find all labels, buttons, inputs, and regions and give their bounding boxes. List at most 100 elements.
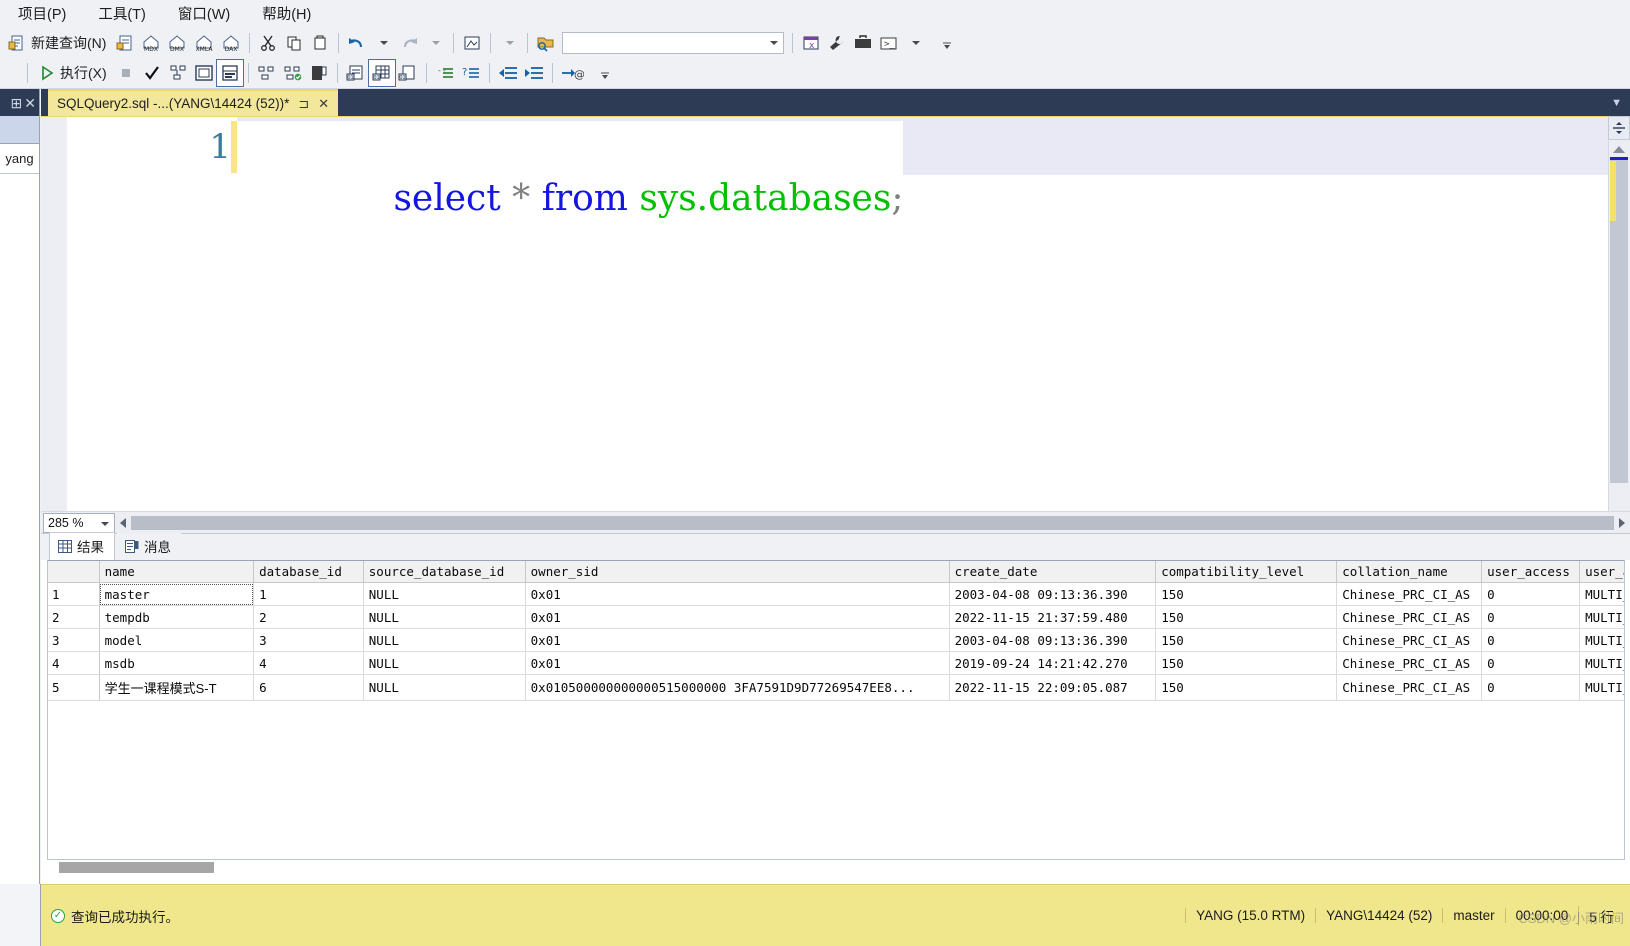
col-header-compatibility-level[interactable]: compatibility_level [1155,561,1338,583]
decrease-indent-button[interactable] [495,60,521,86]
zoom-level-combo[interactable]: 285 % [43,512,115,533]
cell-owner-sid[interactable]: 0x010500000000000515000000 3FA7591D9D772… [525,674,950,701]
include-client-statistics-button[interactable] [254,60,280,86]
cell-name[interactable]: 学生一课程模式S-T [99,674,255,701]
query-options-button[interactable] [191,60,217,86]
col-header-user-access[interactable]: user_access [1481,561,1581,583]
redo-button[interactable] [396,30,422,56]
cell-name[interactable]: master [99,582,255,606]
cell-name[interactable]: model [99,628,255,652]
menu-help[interactable]: 帮助(H) [258,1,315,26]
toolbox-button[interactable] [850,30,876,56]
tab-messages[interactable]: 消息 [117,533,181,560]
cell-user-access-desc[interactable]: MULTI_US [1579,651,1624,675]
row-number[interactable]: 5 [48,674,100,701]
toolbar-overflow-button[interactable] [934,30,960,56]
document-tab-sqlquery2[interactable]: SQLQuery2.sql -...(YANG\14424 (52))* ⊐ ✕ [48,89,339,116]
editor-text-area[interactable]: select * from sys.databases; [237,117,1630,511]
cell-compatibility-level[interactable]: 150 [1155,651,1338,675]
grid-scroll-thumb[interactable] [59,862,214,873]
table-row[interactable]: 5 学生一课程模式S-T 6 NULL 0x010500000000000515… [48,674,1624,701]
increase-indent-button[interactable] [521,60,547,86]
cell-source-database-id[interactable]: NULL [363,674,526,701]
specify-values-button[interactable]: @ [558,60,586,86]
live-query-stats-button[interactable] [306,60,332,86]
table-row[interactable]: 4 msdb 4 NULL 0x01 2019-09-24 14:21:42.2… [48,651,1624,675]
cell-create-date[interactable]: 2022-11-15 21:37:59.480 [949,605,1157,629]
cell-database-id[interactable]: 1 [253,582,364,606]
new-dmx-query-button[interactable]: DMX [164,30,190,56]
cell-owner-sid[interactable]: 0x01 [525,628,950,652]
cell-user-access[interactable]: 0 [1481,628,1581,652]
row-number[interactable]: 2 [48,605,100,629]
menu-tools[interactable]: 工具(T) [94,1,150,26]
menu-project[interactable]: 项目(P) [14,1,70,26]
results-grid-container[interactable]: name database_id source_database_id owne… [47,560,1625,860]
open-file-button[interactable] [533,30,559,56]
cell-source-database-id[interactable]: NULL [363,582,526,606]
cell-user-access-desc[interactable]: MULTI_US [1579,582,1624,606]
results-to-grid-button[interactable]: 01 [367,59,396,87]
include-actual-plan-button[interactable] [215,59,244,87]
cell-source-database-id[interactable]: NULL [363,605,526,629]
parse-button[interactable] [139,60,165,86]
new-mdx-query-button[interactable]: MDX [138,30,164,56]
misc-dropdown[interactable] [496,30,522,56]
new-query-button[interactable]: 新建查询(N) [2,30,112,56]
quick-launch-input[interactable] [562,31,785,54]
command-prompt-button[interactable]: >_ [876,30,902,56]
table-row[interactable]: 3 model 3 NULL 0x01 2003-04-08 09:13:36.… [48,628,1624,652]
cell-create-date[interactable]: 2022-11-15 22:09:05.087 [949,674,1157,701]
cell-database-id[interactable]: 2 [253,605,364,629]
scroll-left-button[interactable] [115,517,131,528]
object-explorer-button[interactable]: x [798,30,824,56]
cell-collation-name[interactable]: Chinese_PRC_CI_AS [1336,651,1483,675]
copy-button[interactable] [281,30,307,56]
stop-button[interactable] [113,60,139,86]
new-query-icon-button[interactable] [112,30,138,56]
scroll-up-button[interactable] [1610,142,1628,156]
cell-owner-sid[interactable]: 0x01 [525,605,950,629]
cell-database-id[interactable]: 4 [253,651,364,675]
row-number[interactable]: 3 [48,628,100,652]
col-header-database-id[interactable]: database_id [253,561,364,583]
cell-user-access[interactable]: 0 [1481,674,1581,701]
cell-user-access-desc[interactable]: MULTI_US [1579,628,1624,652]
cell-user-access-desc[interactable]: MULTI_US [1579,605,1624,629]
table-row[interactable]: 1 master 1 NULL 0x01 2003-04-08 09:13:36… [48,582,1624,606]
cell-compatibility-level[interactable]: 150 [1155,674,1338,701]
object-explorer-tab[interactable]: yang [0,144,39,174]
col-header-name[interactable]: name [99,561,255,583]
editor-horizontal-scrollbar[interactable] [131,515,1614,530]
cell-database-id[interactable]: 6 [253,674,364,701]
close-icon[interactable]: ✕ [318,96,329,112]
cell-compatibility-level[interactable]: 150 [1155,628,1338,652]
cell-user-access[interactable]: 0 [1481,582,1581,606]
cell-create-date[interactable]: 2003-04-08 09:13:36.390 [949,628,1157,652]
cell-collation-name[interactable]: Chinese_PRC_CI_AS [1336,605,1483,629]
command-prompt-dropdown[interactable] [902,30,928,56]
tabstrip-overflow[interactable]: ▼ [1611,89,1630,116]
cell-source-database-id[interactable]: NULL [363,628,526,652]
sql-toolbar-overflow-button[interactable] [592,60,618,86]
cell-collation-name[interactable]: Chinese_PRC_CI_AS [1336,674,1483,701]
display-estimated-plan-button[interactable] [165,60,191,86]
cell-source-database-id[interactable]: NULL [363,651,526,675]
cell-create-date[interactable]: 2019-09-24 14:21:42.270 [949,651,1157,675]
uncomment-lines-button[interactable]: ? [458,60,484,86]
cell-name[interactable]: tempdb [99,605,255,629]
new-dax-query-button[interactable]: DAX [218,30,244,56]
comment-lines-button[interactable]: -- [432,60,458,86]
cell-create-date[interactable]: 2003-04-08 09:13:36.390 [949,582,1157,606]
col-header-owner-sid[interactable]: owner_sid [525,561,950,583]
grid-horizontal-scrollbar[interactable] [47,860,1625,876]
table-row[interactable]: 2 tempdb 2 NULL 0x01 2022-11-15 21:37:59… [48,605,1624,629]
row-number[interactable]: 1 [48,582,100,606]
results-to-text-button[interactable]: 01 [343,60,369,86]
cell-user-access[interactable]: 0 [1481,651,1581,675]
execute-button[interactable]: 执行(X) [33,60,113,86]
col-header-collation-name[interactable]: collation_name [1336,561,1483,583]
cell-collation-name[interactable]: Chinese_PRC_CI_AS [1336,582,1483,606]
cut-button[interactable] [255,30,281,56]
results-to-file-button[interactable]: 01 [395,60,421,86]
